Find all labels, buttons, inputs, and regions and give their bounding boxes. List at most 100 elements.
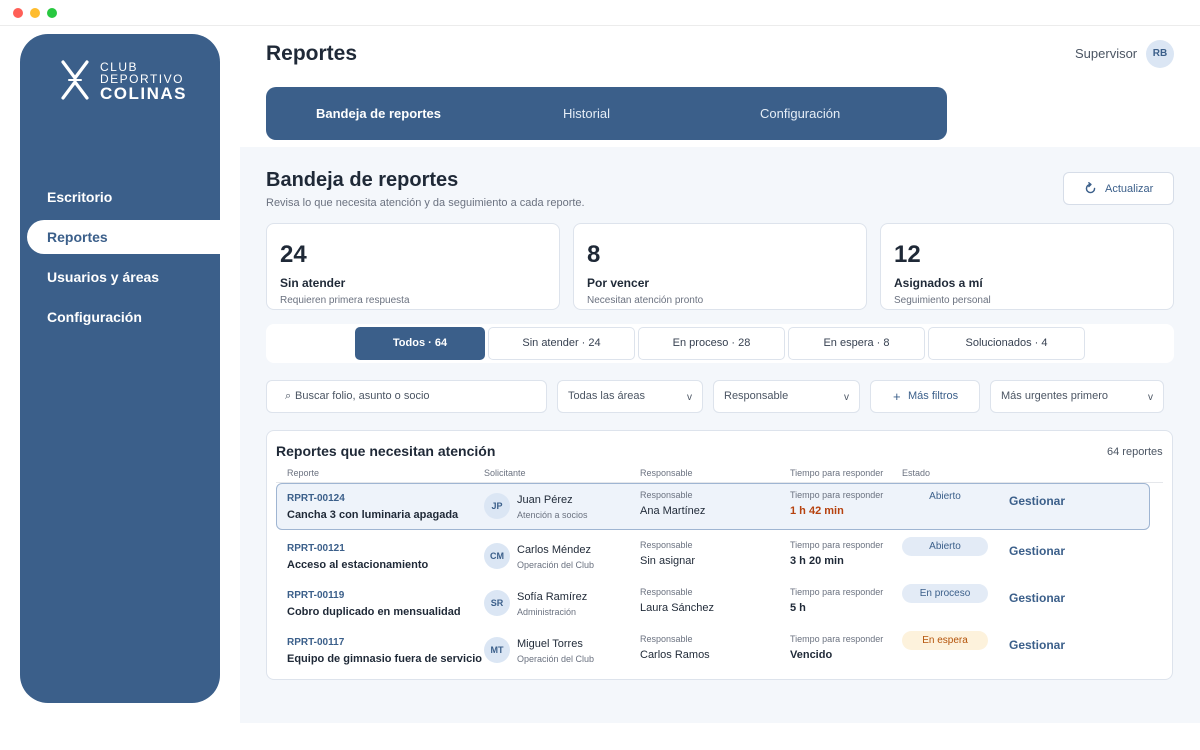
minimize-window-button[interactable] <box>30 8 40 18</box>
report-subject: Cobro duplicado en mensualidad <box>287 606 461 618</box>
maximize-window-button[interactable] <box>47 8 57 18</box>
sidebar: CLUB DEPORTIVO COLINAS <box>20 34 220 703</box>
stat-label: Por vencer <box>587 276 650 290</box>
column-header-status: Estado <box>902 468 931 478</box>
time-label: Tiempo para responder <box>790 587 884 597</box>
owner-label: Responsable <box>640 540 693 550</box>
user-role: Supervisor <box>1075 46 1138 61</box>
stat-label: Sin atender <box>280 276 346 290</box>
area-select-value: Todas las áreas <box>568 390 646 402</box>
tab-bandeja[interactable]: Bandeja de reportes <box>316 87 441 140</box>
brand-line-3: COLINAS <box>100 84 187 103</box>
page-title: Reportes <box>266 42 358 65</box>
filter-en-proceso[interactable]: En proceso · 28 <box>638 327 785 360</box>
owner-name: Carlos Ramos <box>640 649 710 661</box>
status-badge: Abierto <box>929 491 961 502</box>
close-window-button[interactable] <box>13 8 23 18</box>
status-badge: En espera <box>902 631 988 650</box>
column-header-owner: Responsable <box>640 468 693 478</box>
table-title: Reportes que necesitan atención <box>276 443 496 459</box>
stat-value: 24 <box>280 241 307 268</box>
sort-select[interactable]: Más urgentes primero v <box>990 380 1164 413</box>
responsable-select[interactable]: Responsable v <box>713 380 860 413</box>
report-subject: Acceso al estacionamiento <box>287 559 429 571</box>
status-badge: Abierto <box>902 537 988 556</box>
owner-name: Sin asignar <box>640 555 696 567</box>
time-label: Tiempo para responder <box>790 490 884 500</box>
filter-solucionados[interactable]: Solucionados · 4 <box>928 327 1085 360</box>
stat-subtitle: Requieren primera respuesta <box>280 295 410 306</box>
requester-area: Atención a socios <box>517 510 588 520</box>
filter-sin-atender[interactable]: Sin atender · 24 <box>488 327 635 360</box>
status-badge: En proceso <box>902 584 988 603</box>
tab-configuracion[interactable]: Configuración <box>760 87 840 140</box>
section-subtitle: Revisa lo que necesita atención y da seg… <box>266 197 585 209</box>
manage-link[interactable]: Gestionar <box>1009 544 1065 558</box>
refresh-label: Actualizar <box>1105 183 1154 195</box>
requester-avatar: CM <box>484 543 510 569</box>
manage-link[interactable]: Gestionar <box>1009 638 1065 652</box>
refresh-button[interactable]: Actualizar <box>1063 172 1174 205</box>
plus-icon: + <box>893 389 901 404</box>
column-header-report: Reporte <box>287 468 320 478</box>
stat-value: 12 <box>894 241 921 268</box>
tab-historial[interactable]: Historial <box>563 87 610 140</box>
owner-label: Responsable <box>640 490 693 500</box>
responsable-select-value: Responsable <box>724 390 789 402</box>
time-remaining: 5 h <box>790 602 806 614</box>
sidebar-item-configuracion[interactable]: Configuración <box>27 300 227 334</box>
time-remaining: 3 h 20 min <box>790 555 844 567</box>
sidebar-item-usuarios[interactable]: Usuarios y áreas <box>27 260 227 294</box>
manage-link[interactable]: Gestionar <box>1009 494 1065 508</box>
requester-name: Sofía Ramírez <box>517 591 588 603</box>
requester-name: Miguel Torres <box>517 638 583 650</box>
refresh-icon <box>1085 182 1096 194</box>
chevron-down-icon: v <box>687 392 692 403</box>
search-input[interactable]: ⌕ Buscar folio, asunto o socio <box>266 380 547 413</box>
requester-area: Operación del Club <box>517 560 595 570</box>
requester-area: Administración <box>517 607 577 617</box>
time-remaining: 1 h 42 min <box>790 505 844 517</box>
requester-area: Operación del Club <box>517 654 595 664</box>
stat-card-sin-atender[interactable]: 24 Sin atender Requieren primera respues… <box>266 223 560 310</box>
chevron-down-icon: v <box>844 392 849 403</box>
stat-subtitle: Seguimiento personal <box>894 295 991 306</box>
sidebar-item-escritorio[interactable]: Escritorio <box>27 180 227 214</box>
chevron-down-icon: v <box>1148 392 1153 403</box>
column-header-time: Tiempo para responder <box>790 468 884 478</box>
stat-card-asignados[interactable]: 12 Asignados a mí Seguimiento personal <box>880 223 1174 310</box>
report-id[interactable]: RPRT-00124 <box>287 493 345 504</box>
requester-name: Juan Pérez <box>517 494 573 506</box>
owner-name: Ana Martínez <box>640 505 706 517</box>
requester-avatar: JP <box>484 493 510 519</box>
section-title: Bandeja de reportes <box>266 169 459 191</box>
sidebar-item-reportes[interactable]: Reportes <box>27 220 220 254</box>
stat-card-por-vencer[interactable]: 8 Por vencer Necesitan atención pronto <box>573 223 867 310</box>
sort-select-value: Más urgentes primero <box>1001 390 1108 402</box>
time-label: Tiempo para responder <box>790 634 884 644</box>
table-count: 64 reportes <box>1107 446 1163 458</box>
requester-name: Carlos Méndez <box>517 544 591 556</box>
stat-label: Asignados a mí <box>894 276 983 290</box>
report-id[interactable]: RPRT-00117 <box>287 637 344 648</box>
report-subject: Cancha 3 con luminaria apagada <box>287 509 459 521</box>
search-placeholder: Buscar folio, asunto o socio <box>295 390 430 402</box>
time-label: Tiempo para responder <box>790 540 884 550</box>
brand-logo: CLUB DEPORTIVO COLINAS <box>60 58 200 108</box>
report-id[interactable]: RPRT-00119 <box>287 590 344 601</box>
requester-avatar: SR <box>484 590 510 616</box>
owner-label: Responsable <box>640 634 693 644</box>
area-select[interactable]: Todas las áreas v <box>557 380 703 413</box>
time-remaining: Vencido <box>790 649 833 661</box>
user-avatar[interactable]: RB <box>1146 40 1174 68</box>
more-filters-button[interactable]: + Más filtros <box>870 380 980 413</box>
stat-value: 8 <box>587 241 601 268</box>
owner-label: Responsable <box>640 587 693 597</box>
manage-link[interactable]: Gestionar <box>1009 591 1065 605</box>
stat-subtitle: Necesitan atención pronto <box>587 295 704 306</box>
filter-en-espera[interactable]: En espera · 8 <box>788 327 925 360</box>
filter-todos[interactable]: Todos · 64 <box>355 327 485 360</box>
owner-name: Laura Sánchez <box>640 602 714 614</box>
requester-avatar: MT <box>484 637 510 663</box>
report-id[interactable]: RPRT-00121 <box>287 543 345 554</box>
